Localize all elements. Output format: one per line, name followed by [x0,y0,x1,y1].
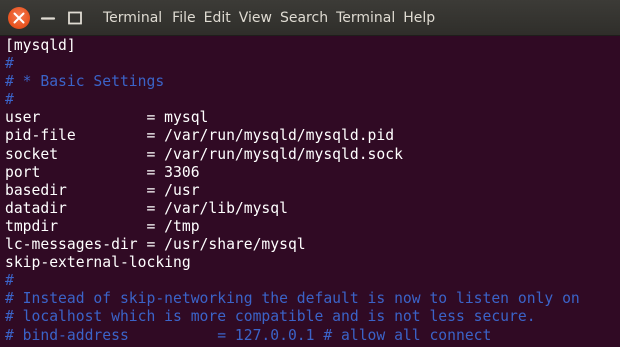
minimize-icon [40,17,56,20]
comment-line: # * Basic Settings [5,73,165,91]
comment-line: # bind-address = 127.0.0.1 # allow all c… [5,326,492,344]
maximize-button[interactable] [64,7,86,29]
title-bar: Terminal File Edit View Search Terminal … [0,0,620,36]
config-line: lc-messages-dir = /usr/share/mysql [5,236,306,254]
menu-file[interactable]: File [172,10,195,26]
terminal-window: Terminal File Edit View Search Terminal … [0,0,620,347]
config-line: [mysqld] [5,37,76,54]
menu-search[interactable]: Search [280,10,328,26]
config-line: pid-file = /var/run/mysqld/mysqld.pid [5,127,395,145]
menu-bar: Terminal File Edit View Search Terminal … [103,0,443,36]
menu-edit[interactable]: Edit [204,10,231,26]
comment-line: # [5,91,14,109]
comment-line: # [5,55,14,73]
config-line: datadir = /var/lib/mysql [5,199,288,217]
minimize-button[interactable] [37,7,59,29]
comment-line: # [5,272,14,290]
menu-help[interactable]: Help [403,10,435,26]
config-line: port = 3306 [5,163,200,181]
config-line: skip-external-locking [5,254,191,272]
terminal-content[interactable]: [mysqld] # # * Basic Settings # user = mysql… [5,37,620,345]
window-title: Terminal [103,10,163,26]
config-line: socket = /var/run/mysqld/mysqld.sock [5,145,403,163]
comment-line: # Instead of skip-networking the default… [5,290,580,308]
menu-terminal[interactable]: Terminal [336,10,395,26]
close-icon [13,12,25,24]
maximize-icon [68,11,82,25]
comment-line: # localhost which is more compatible and… [5,308,536,326]
config-line: basedir = /usr [5,181,200,199]
config-line: tmpdir = /tmp [5,217,200,235]
close-button[interactable] [8,7,30,29]
menu-view[interactable]: View [239,10,272,26]
config-line: user = mysql [5,109,209,127]
